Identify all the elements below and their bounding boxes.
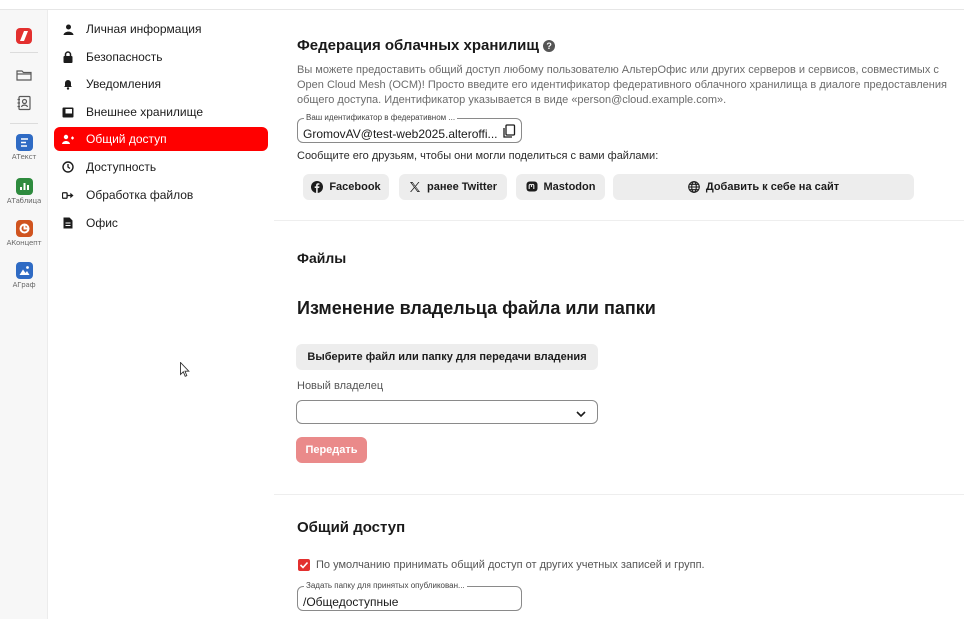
share-with-friends-text: Сообщите его друзьям, чтобы они могли по… [297,150,659,162]
mastodon-icon [526,181,538,193]
app-label: АГраф [12,281,36,289]
section-divider [274,494,964,495]
nav-item-label: Общий доступ [86,132,167,146]
accept-shares-label: По умолчанию принимать общий доступ от д… [316,559,705,571]
copy-icon[interactable] [502,124,516,138]
new-owner-label: Новый владелец [297,380,384,392]
rail-divider [10,52,38,53]
mastodon-button[interactable]: Mastodon [516,174,605,200]
nav-item-personal-info[interactable]: Личная информация [54,17,268,41]
nav-item-label: Офис [86,216,118,230]
accept-shares-row[interactable]: По умолчанию принимать общий доступ от д… [298,559,705,571]
atext-icon [15,134,33,151]
federated-id-field[interactable]: Ваш идентификатор в федеративном ... Gro… [297,113,522,143]
nav-item-notifications[interactable]: Уведомления [54,72,268,96]
globe-icon [687,181,700,193]
federation-section-title: Федерация облачных хранилищ? [297,37,556,54]
nav-item-label: Личная информация [86,22,202,36]
lock-icon [62,51,74,63]
pick-file-button[interactable]: Выберите файл или папку для передачи вла… [296,344,598,370]
rail-divider [10,123,38,124]
federation-description: Вы можете предоставить общий доступ любо… [297,64,947,106]
flow-icon [62,189,74,201]
app-label: АТаблица [6,197,42,205]
federated-id-value[interactable]: GromovAV@test-web2025.alteroffi... [303,127,498,141]
folder-field-value[interactable]: /Общедоступные [303,595,398,609]
nav-item-office[interactable]: Офис [54,211,268,235]
main-content: Федерация облачных хранилищ? Вы можете п… [274,10,964,619]
app-atable[interactable]: АТаблица [0,178,48,205]
chevron-down-icon [575,407,587,419]
aconcept-icon [15,220,33,237]
nav-item-label: Безопасность [86,50,163,64]
facebook-label: Facebook [329,181,381,193]
nav-item-accessibility[interactable]: Доступность [54,155,268,179]
nav-item-label: Внешнее хранилище [86,105,204,119]
app-rail: АТекст АТаблица АКонцепт АГраф [0,10,48,619]
clock-icon [62,161,74,173]
atable-icon [15,178,33,195]
settings-nav: Личная информация Безопасность Уведомлен… [48,10,274,619]
facebook-button[interactable]: Facebook [303,174,389,200]
change-owner-title: Изменение владельца файла или папки [297,298,656,318]
nav-item-security[interactable]: Безопасность [54,45,268,69]
federated-id-label: Ваш идентификатор в федеративном ... [304,113,458,122]
folder-icon[interactable] [15,66,33,84]
nav-item-file-processing[interactable]: Обработка файлов [54,183,268,207]
nav-item-sharing[interactable]: Общий доступ [54,127,268,151]
new-owner-select[interactable] [296,400,598,424]
app-agraph[interactable]: АГраф [0,262,48,289]
files-section-title: Файлы [297,250,347,266]
agraph-icon [15,262,33,279]
section-divider [274,220,964,221]
twitter-label: ранее Twitter [426,181,497,193]
mouse-cursor-icon [180,361,190,378]
mastodon-label: Mastodon [543,181,596,193]
facebook-icon [311,181,324,193]
nav-item-label: Уведомления [86,77,162,91]
help-icon[interactable]: ? [543,40,556,52]
accepted-shares-folder-field[interactable]: Задать папку для принятых опубликован...… [297,581,522,611]
transfer-button[interactable]: Передать [296,437,367,463]
app-label: АКонцепт [6,239,42,247]
bell-icon [62,78,74,90]
alteroffice-logo-icon[interactable] [16,28,32,44]
folder-field-label: Задать папку для принятых опубликован... [304,581,467,590]
nav-item-external-storage[interactable]: Внешнее хранилище [54,100,268,124]
contacts-icon[interactable] [15,94,33,112]
add-to-site-label: Добавить к себе на сайт [705,181,840,193]
nav-item-label: Доступность [86,160,157,174]
sharing-section-title: Общий доступ [297,519,406,536]
document-icon [62,217,74,229]
x-twitter-icon [409,181,421,193]
app-atext[interactable]: АТекст [0,134,48,161]
twitter-button[interactable]: ранее Twitter [399,174,507,200]
app-aconcept[interactable]: АКонцепт [0,220,48,247]
add-to-site-button[interactable]: Добавить к себе на сайт [613,174,914,200]
app-label: АТекст [11,153,37,161]
storage-icon [62,106,74,118]
share-people-icon [62,133,74,145]
nav-item-label: Обработка файлов [86,188,194,202]
person-icon [62,23,74,35]
accept-shares-checkbox[interactable] [298,559,310,571]
federation-title: Федерация облачных хранилищ [297,37,540,54]
